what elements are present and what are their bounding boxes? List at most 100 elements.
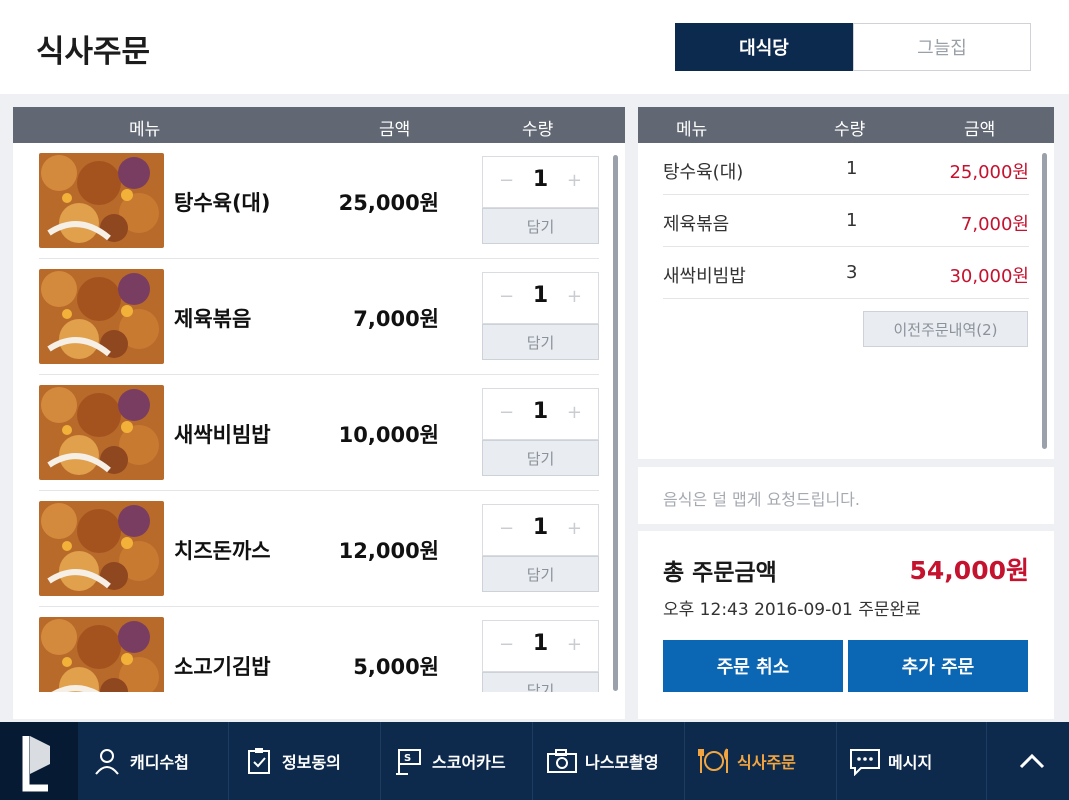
order-table-header: 메뉴 수량 금액 [638, 107, 1054, 143]
add-to-cart-button[interactable]: 담기 [482, 556, 599, 592]
menu-item-name: 소고기김밥 [174, 655, 271, 679]
plus-icon[interactable]: + [567, 170, 582, 191]
nav-label: 캐디수첩 [130, 753, 189, 772]
menu-item: 새싹비빔밥 10,000원 − 1 + 담기 [39, 375, 599, 491]
previous-orders-button[interactable]: 이전주문내역(2) [863, 311, 1028, 347]
plus-icon[interactable]: + [567, 402, 582, 423]
nav-divider [836, 722, 837, 800]
nav-scorecard[interactable]: S 스코어카드 [392, 722, 506, 800]
quantity-stepper[interactable]: − 1 + [482, 388, 599, 440]
menu-item-price: 7,000원 [353, 307, 439, 331]
order-item-price: 7,000원 [960, 214, 1029, 235]
nav-caddie-notes[interactable]: 캐디수첩 [90, 722, 189, 800]
nav-info-consent[interactable]: 정보동의 [242, 722, 341, 800]
total-value: 54,000원 [909, 556, 1029, 585]
food-thumbnail [39, 385, 164, 480]
order-panel: 메뉴 수량 금액 탕수육(대) 1 25,000원 제육볶음 1 7,000원 … [638, 107, 1054, 459]
menu-item: 탕수육(대) 25,000원 − 1 + 담기 [39, 143, 599, 259]
request-text: 음식은 덜 맵게 요청드립니다. [663, 490, 860, 509]
additional-order-button[interactable]: 추가 주문 [848, 640, 1028, 692]
menu-item-name: 치즈돈까스 [174, 539, 271, 563]
plus-icon[interactable]: + [567, 634, 582, 655]
bottom-nav: 캐디수첩 정보동의 S 스코어카드 나스모촬영 식사주문 메시지 [0, 722, 1069, 800]
add-to-cart-button[interactable]: 담기 [482, 324, 599, 360]
food-thumbnail [39, 153, 164, 248]
order-item-qty: 3 [846, 262, 858, 283]
menu-item: 소고기김밥 5,000원 − 1 + 담기 [39, 607, 599, 692]
svg-text:S: S [404, 753, 411, 764]
total-label: 총 주문금액 [663, 560, 777, 586]
menu-item-price: 25,000원 [338, 191, 439, 215]
nav-label: 나스모촬영 [585, 753, 659, 772]
add-to-cart-button[interactable]: 담기 [482, 672, 599, 692]
menu-item: 제육볶음 7,000원 − 1 + 담기 [39, 259, 599, 375]
food-thumbnail [39, 617, 164, 692]
menu-item-name: 탕수육(대) [174, 191, 271, 215]
menu-item-name: 제육볶음 [174, 307, 252, 331]
price-column-header: 금액 [379, 120, 411, 140]
menu-item-name: 새싹비빔밥 [174, 423, 271, 447]
menu-table-header: 메뉴 금액 수량 [13, 107, 625, 143]
person-icon [90, 744, 124, 778]
nav-divider [228, 722, 229, 800]
order-price-column-header: 금액 [964, 120, 996, 140]
order-item-name: 탕수육(대) [663, 162, 744, 183]
tab-main-restaurant[interactable]: 대식당 [675, 23, 853, 71]
order-item-price: 25,000원 [949, 162, 1029, 183]
nav-label: 식사주문 [737, 753, 796, 772]
order-item-qty: 1 [846, 210, 858, 231]
quantity-stepper[interactable]: − 1 + [482, 620, 599, 672]
tab-shade-house[interactable]: 그늘집 [853, 23, 1031, 71]
order-item-name: 제육볶음 [663, 214, 730, 235]
order-item-name: 새싹비빔밥 [663, 266, 746, 287]
cancel-order-button[interactable]: 주문 취소 [663, 640, 843, 692]
camera-icon [545, 744, 579, 778]
plus-icon[interactable]: + [567, 518, 582, 539]
add-to-cart-button[interactable]: 담기 [482, 208, 599, 244]
dining-icon [697, 744, 731, 778]
menu-list[interactable]: 탕수육(대) 25,000원 − 1 + 담기 제육볶음 7,000원 − 1 … [13, 143, 625, 692]
order-qty-column-header: 수량 [834, 120, 866, 140]
plus-icon[interactable]: + [567, 286, 582, 307]
flag-scorecard-icon: S [392, 744, 426, 778]
chevron-up-icon[interactable] [1017, 748, 1047, 774]
menu-panel: 메뉴 금액 수량 탕수육(대) 25,000원 − 1 + 담기 제육볶음 7,… [13, 107, 625, 719]
order-row: 탕수육(대) 1 25,000원 [663, 143, 1029, 195]
quantity-stepper[interactable]: − 1 + [482, 272, 599, 324]
nav-label: 정보동의 [282, 753, 341, 772]
add-to-cart-button[interactable]: 담기 [482, 440, 599, 476]
nav-swing-recording[interactable]: 나스모촬영 [545, 722, 659, 800]
nav-divider [532, 722, 533, 800]
order-status: 오후 12:43 2016-09-01 주문완료 [663, 600, 921, 620]
page-title: 식사주문 [36, 34, 151, 70]
quantity-stepper[interactable]: − 1 + [482, 156, 599, 208]
order-item-qty: 1 [846, 158, 858, 179]
menu-item: 치즈돈까스 12,000원 − 1 + 담기 [39, 491, 599, 607]
nav-divider [684, 722, 685, 800]
clipboard-check-icon [242, 744, 276, 778]
order-item-price: 30,000원 [949, 266, 1029, 287]
menu-column-header: 메뉴 [129, 120, 161, 140]
food-thumbnail [39, 501, 164, 596]
qty-column-header: 수량 [522, 120, 554, 140]
request-field[interactable]: 음식은 덜 맵게 요청드립니다. [638, 467, 1054, 524]
menu-scrollbar[interactable] [613, 155, 618, 691]
nav-label: 메시지 [888, 753, 933, 772]
nav-divider [986, 722, 987, 800]
nav-meal-order[interactable]: 식사주문 [697, 722, 796, 800]
app-logo [0, 722, 78, 800]
menu-item-price: 10,000원 [338, 423, 439, 447]
food-thumbnail [39, 269, 164, 364]
menu-item-price: 5,000원 [353, 655, 439, 679]
order-row: 제육볶음 1 7,000원 [663, 195, 1029, 247]
quantity-stepper[interactable]: − 1 + [482, 504, 599, 556]
order-scrollbar[interactable] [1042, 153, 1047, 449]
order-row: 새싹비빔밥 3 30,000원 [663, 247, 1029, 299]
nav-label: 스코어카드 [432, 753, 506, 772]
order-summary: 총 주문금액 54,000원 오후 12:43 2016-09-01 주문완료 … [638, 531, 1054, 719]
header: 식사주문 대식당 그늘집 [0, 0, 1069, 94]
nav-message[interactable]: 메시지 [848, 722, 932, 800]
nav-divider [380, 722, 381, 800]
chat-icon [848, 744, 882, 778]
menu-item-price: 12,000원 [338, 539, 439, 563]
